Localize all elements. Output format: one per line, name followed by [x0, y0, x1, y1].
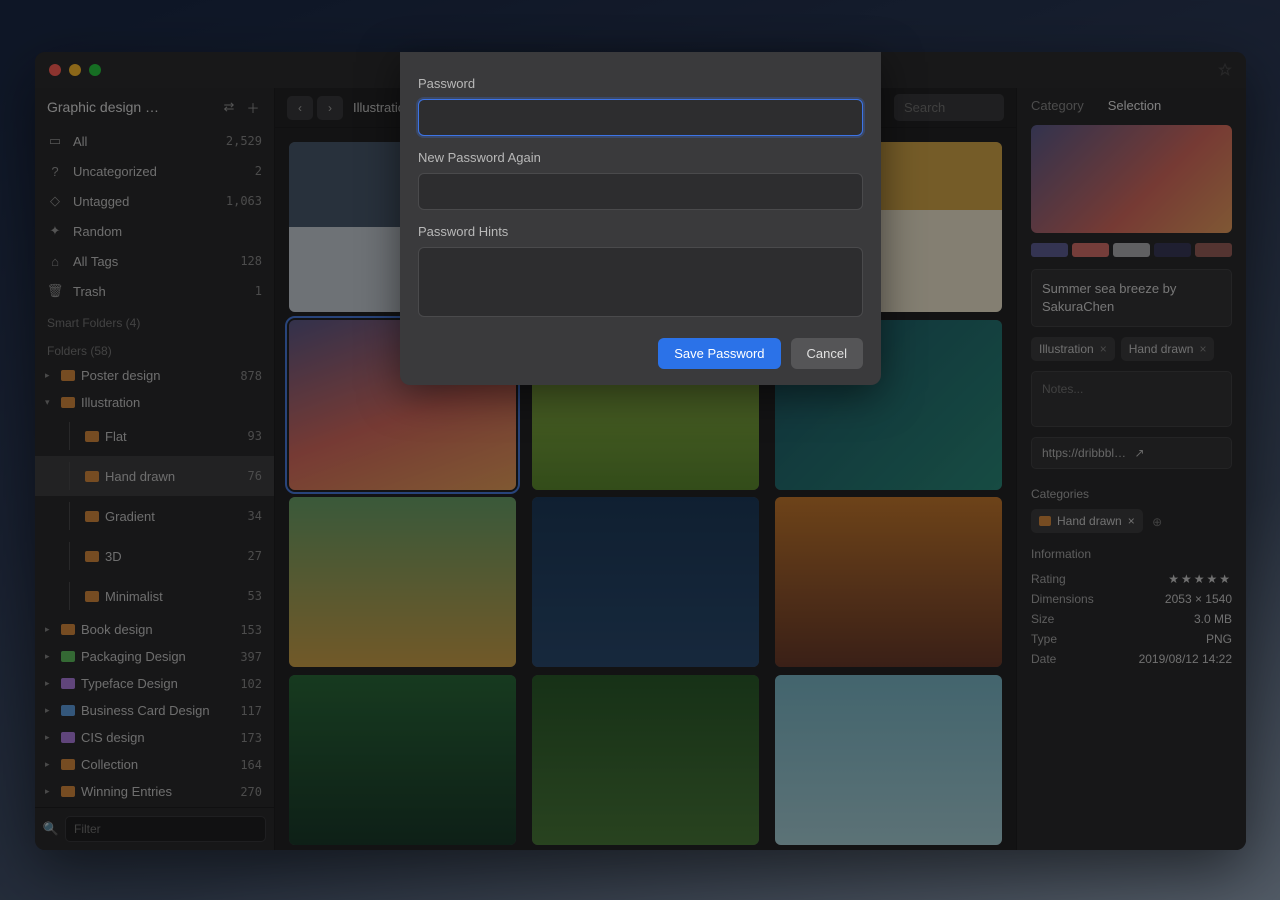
cancel-button[interactable]: Cancel — [791, 338, 863, 369]
password-label: Password — [418, 76, 863, 91]
password-modal: Password New Password Again Password Hin… — [400, 52, 881, 385]
password-input[interactable] — [418, 99, 863, 136]
password-hints-label: Password Hints — [418, 224, 863, 239]
password-again-label: New Password Again — [418, 150, 863, 165]
password-hints-input[interactable] — [418, 247, 863, 317]
password-again-input[interactable] — [418, 173, 863, 210]
save-password-button[interactable]: Save Password — [658, 338, 780, 369]
